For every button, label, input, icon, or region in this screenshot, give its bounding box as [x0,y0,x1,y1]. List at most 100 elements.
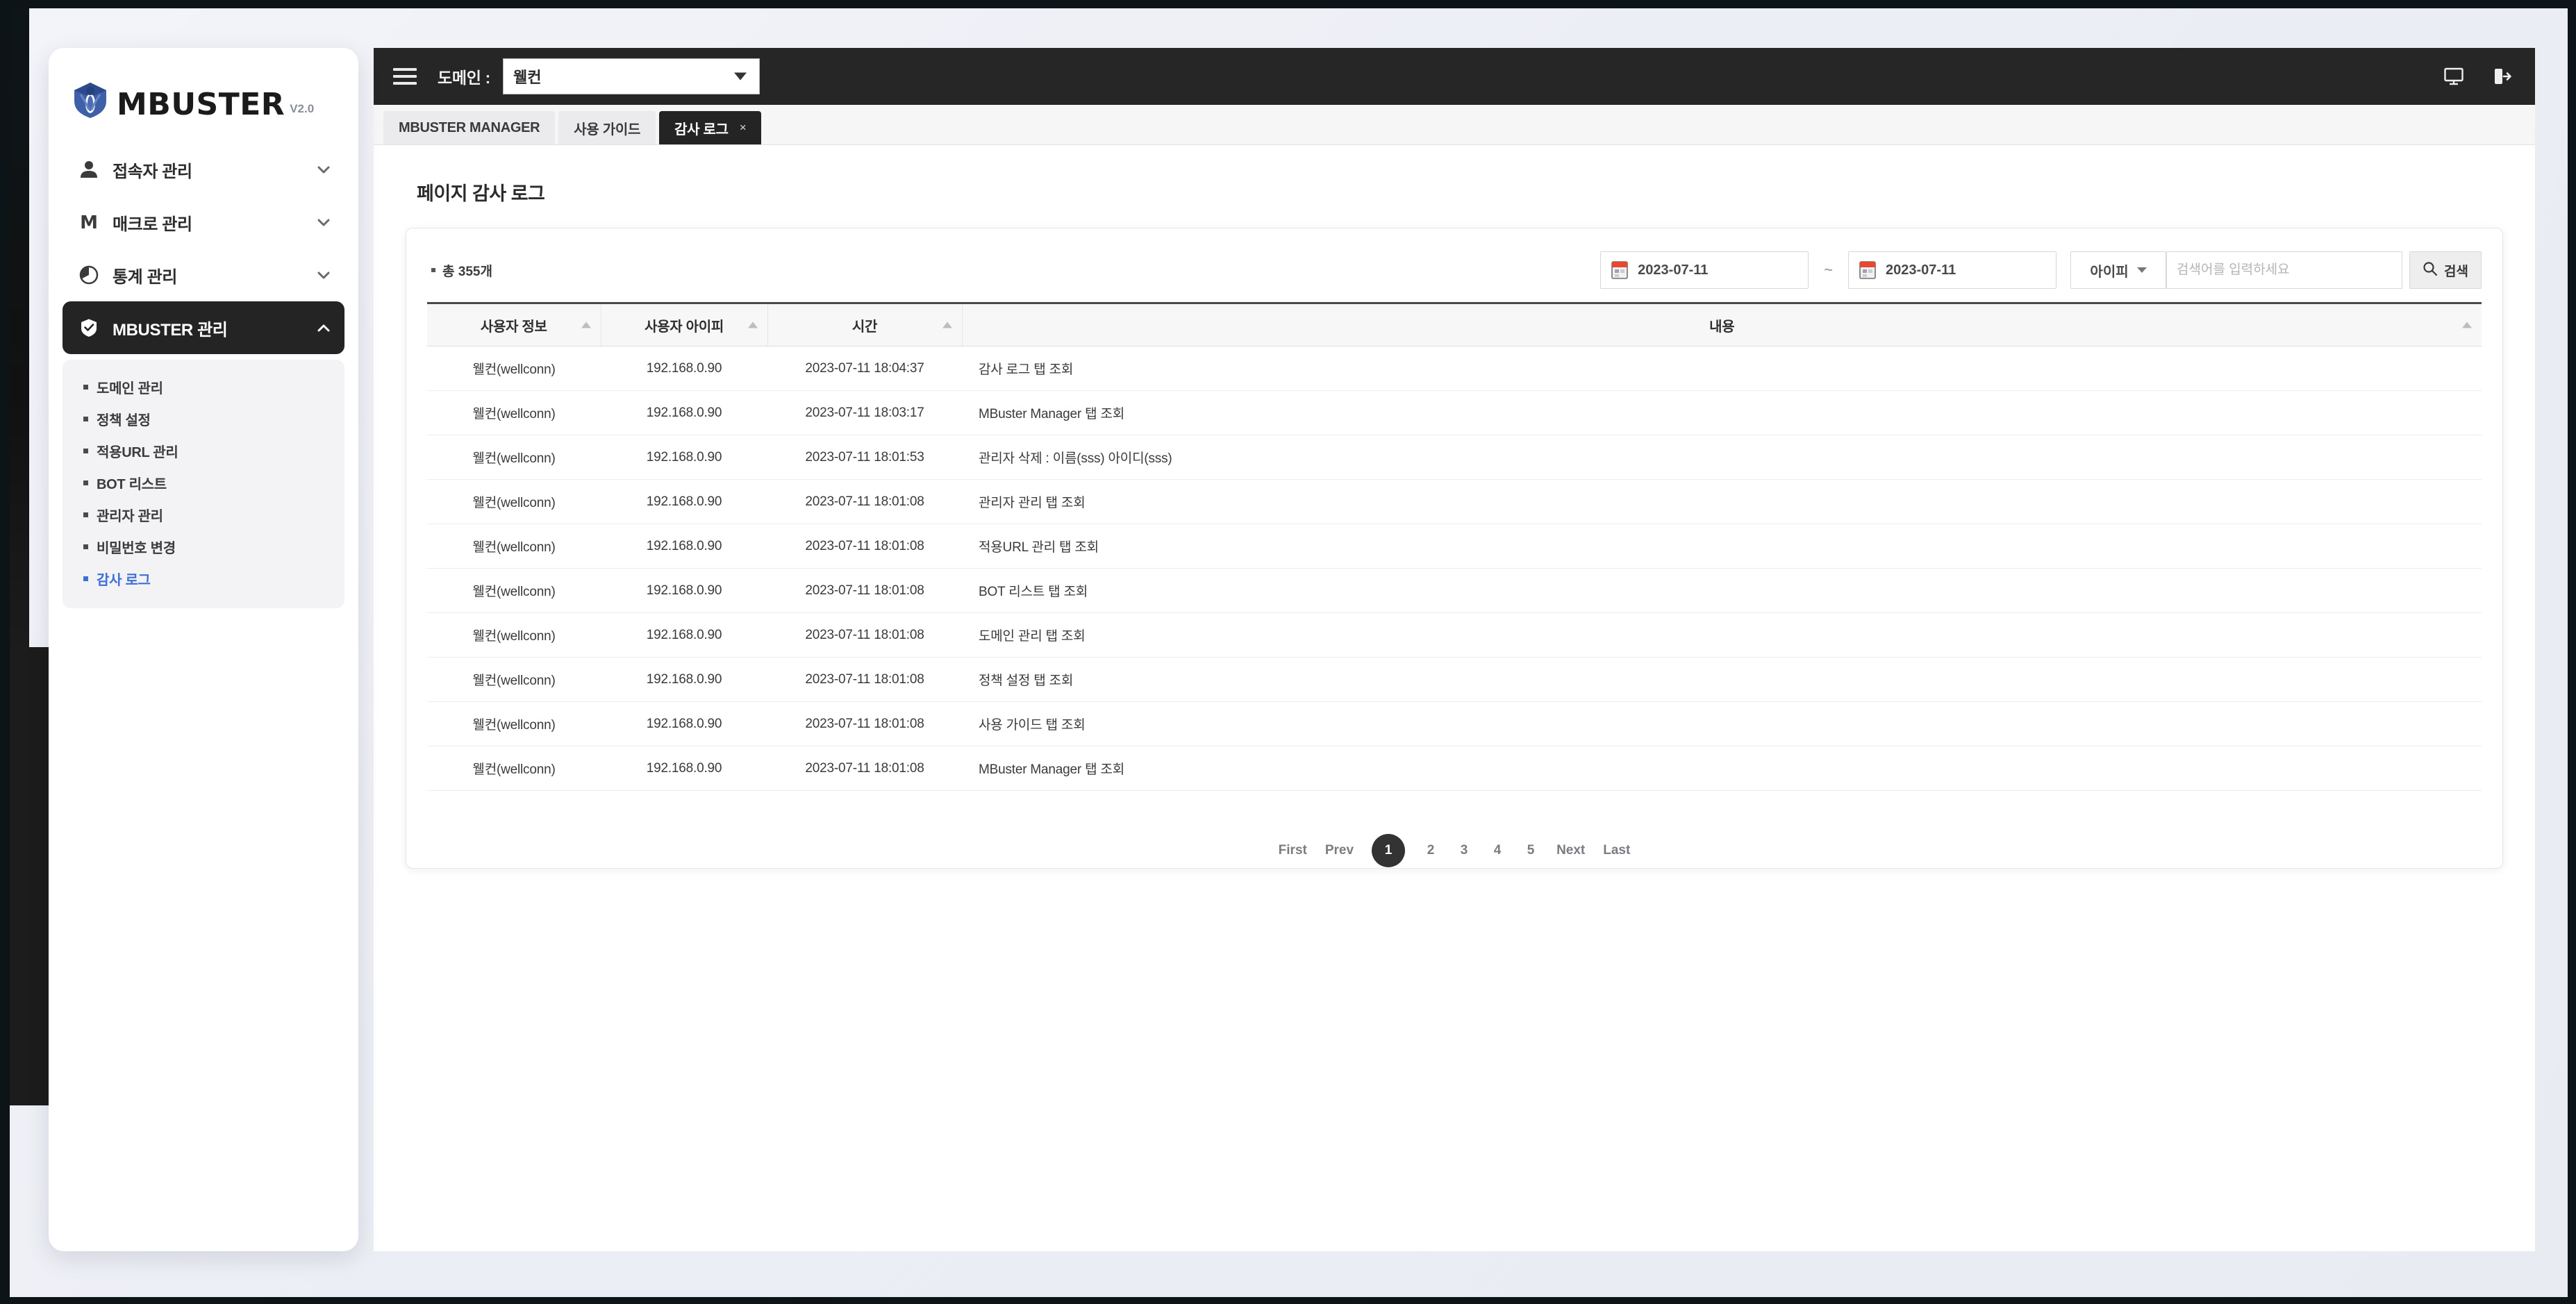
sidebar-subitem-label: 감사 로그 [97,572,151,588]
date-from-value: 2023-07-11 [1638,262,1709,278]
cell-ip: 192.168.0.90 [601,346,767,391]
chevron-down-icon [315,267,332,283]
sidebar-item-macro[interactable]: M 매크로 관리 [63,196,344,249]
brand-version: V2.0 [290,102,315,115]
table-row[interactable]: 웰컨(wellconn) 192.168.0.90 2023-07-11 18:04… [427,346,2482,391]
pagination: First Prev 1 2 3 4 5 Next Last [427,834,2482,867]
total-count: 총 355개 [427,261,492,280]
app-window: MBUSTER V2.0 접속자 관리 M 매크로 관리 통계 관리 MBUST… [10,8,2568,1297]
sidebar-item-statistics[interactable]: 통계 관리 [63,249,344,301]
cell-user: 웰컨(wellconn) [427,479,601,524]
chevron-down-icon [315,214,332,231]
column-header-time[interactable]: 시간 [767,302,963,346]
bullet-icon [83,576,88,581]
cell-ip: 192.168.0.90 [601,701,767,746]
chevron-down-icon [315,161,332,178]
table-row[interactable]: 웰컨(wellconn) 192.168.0.90 2023-07-11 18:03… [427,390,2482,435]
sidebar-item-visitors[interactable]: 접속자 관리 [63,143,344,196]
column-header-user[interactable]: 사용자 정보 [427,302,601,346]
column-header-label: 사용자 아이피 [645,319,724,335]
audit-log-table: 사용자 정보 사용자 아이피 시간 내용 웰컨(wellconn) 192.16… [427,302,2482,791]
column-header-ip[interactable]: 사용자 아이피 [601,302,768,346]
sort-asc-icon [747,321,758,328]
bullet-icon [83,480,88,485]
audit-log-card: 총 355개 2023-07-11 ~ 2023-07-11 아이피 검색어를 … [406,228,2503,869]
table-row[interactable]: 웰컨(wellconn) 192.168.0.90 2023-07-11 18:01… [427,612,2482,658]
table-row[interactable]: 웰컨(wellconn) 192.168.0.90 2023-07-11 18:01… [427,479,2482,524]
date-from-input[interactable]: 2023-07-11 [1600,251,1809,289]
person-icon [75,160,103,179]
sidebar-subitem-bot-list[interactable]: BOT 리스트 [63,467,344,499]
cell-user: 웰컨(wellconn) [427,746,601,791]
monitor-icon[interactable] [2443,66,2464,87]
pagination-prev[interactable]: Prev [1325,843,1354,858]
tab-user-guide[interactable]: 사용 가이드 [558,111,656,144]
sidebar-subitem-admins[interactable]: 관리자 관리 [63,499,344,530]
table-row[interactable]: 웰컨(wellconn) 192.168.0.90 2023-07-11 18:01… [427,746,2482,791]
cell-time: 2023-07-11 18:03:17 [767,390,962,435]
table-row[interactable]: 웰컨(wellconn) 192.168.0.90 2023-07-11 18:01… [427,657,2482,702]
bullet-icon [83,385,88,390]
sidebar-subitem-label: 도메인 관리 [97,381,163,396]
sidebar-subitem-label: 정책 설정 [97,412,151,428]
svg-text:M: M [80,212,98,232]
search-input[interactable] [2166,251,2403,289]
hamburger-icon[interactable] [393,64,417,89]
brand-logo[interactable]: MBUSTER V2.0 [49,48,358,123]
bullet-icon [83,449,88,453]
cell-time: 2023-07-11 18:01:08 [767,657,962,702]
sidebar-item-mbuster-admin[interactable]: MBUSTER 관리 [63,301,344,354]
tab-label: 감사 로그 [674,122,729,137]
sidebar-subitem-policy[interactable]: 정책 설정 [63,403,344,435]
sidebar-subitem-url[interactable]: 적용URL 관리 [63,435,344,467]
sidebar-subitem-audit-log[interactable]: 감사 로그 [63,562,344,594]
pagination-page-5[interactable]: 5 [1523,843,1538,858]
sidebar-submenu: 도메인 관리 정책 설정 적용URL 관리 BOT 리스트 관리자 관리 비밀번… [63,360,344,608]
sidebar-subitem-password[interactable]: 비밀번호 변경 [63,530,344,562]
cell-ip: 192.168.0.90 [601,612,767,658]
pagination-last[interactable]: Last [1603,843,1630,858]
search-field-value: 아이피 [2090,264,2129,280]
sort-asc-icon [581,321,591,328]
pagination-next[interactable]: Next [1556,843,1585,858]
sidebar-nav: 접속자 관리 M 매크로 관리 통계 관리 MBUSTER 관리 [49,143,358,354]
sidebar: MBUSTER V2.0 접속자 관리 M 매크로 관리 통계 관리 MBUST… [49,48,358,1251]
sidebar-item-label: 매크로 관리 [113,215,192,234]
column-header-content[interactable]: 내용 [962,302,2482,346]
pagination-page-3[interactable]: 3 [1456,843,1472,858]
date-to-input[interactable]: 2023-07-11 [1848,251,2057,289]
cell-time: 2023-07-11 18:04:37 [767,346,962,391]
calendar-icon [1859,260,1877,280]
tab-label: 사용 가이드 [574,122,641,137]
pagination-page-2[interactable]: 2 [1423,843,1438,858]
bullet-icon [83,512,88,517]
logout-icon[interactable] [2492,66,2513,87]
cell-content: 감사 로그 탭 조회 [962,346,2482,391]
cell-time: 2023-07-11 18:01:08 [767,746,962,791]
table-row[interactable]: 웰컨(wellconn) 192.168.0.90 2023-07-11 18:01… [427,435,2482,480]
table-head: 사용자 정보 사용자 아이피 시간 내용 [427,302,2482,346]
sidebar-subitem-domain[interactable]: 도메인 관리 [63,371,344,403]
table-row[interactable]: 웰컨(wellconn) 192.168.0.90 2023-07-11 18:01… [427,701,2482,746]
tab-audit-log[interactable]: 감사 로그 × [659,111,762,144]
pagination-first[interactable]: First [1279,843,1307,858]
search-field-select[interactable]: 아이피 [2070,251,2167,289]
cell-user: 웰컨(wellconn) [427,568,601,613]
brand-name: MBUSTER [117,87,285,123]
domain-select[interactable]: 웰컨 [503,58,761,94]
chevron-up-icon [315,319,332,336]
filter-bar: 2023-07-11 ~ 2023-07-11 아이피 검색어를 입력하세요 검… [1600,251,2482,289]
pagination-page-1[interactable]: 1 [1372,834,1406,867]
table-row[interactable]: 웰컨(wellconn) 192.168.0.90 2023-07-11 18:01… [427,568,2482,613]
cell-user: 웰컨(wellconn) [427,435,601,480]
search-button[interactable]: 검색 [2409,251,2482,289]
tab-mbuster-manager[interactable]: MBUSTER MANAGER [383,111,556,144]
sidebar-item-label: MBUSTER 관리 [113,320,228,340]
table-row[interactable]: 웰컨(wellconn) 192.168.0.90 2023-07-11 18:01… [427,524,2482,569]
sidebar-item-label: 통계 관리 [113,267,177,287]
column-header-label: 시간 [851,319,878,335]
pagination-page-4[interactable]: 4 [1490,843,1505,858]
sidebar-item-label: 접속자 관리 [113,162,192,181]
date-range-separator: ~ [1824,261,1834,278]
close-icon[interactable]: × [740,121,747,135]
